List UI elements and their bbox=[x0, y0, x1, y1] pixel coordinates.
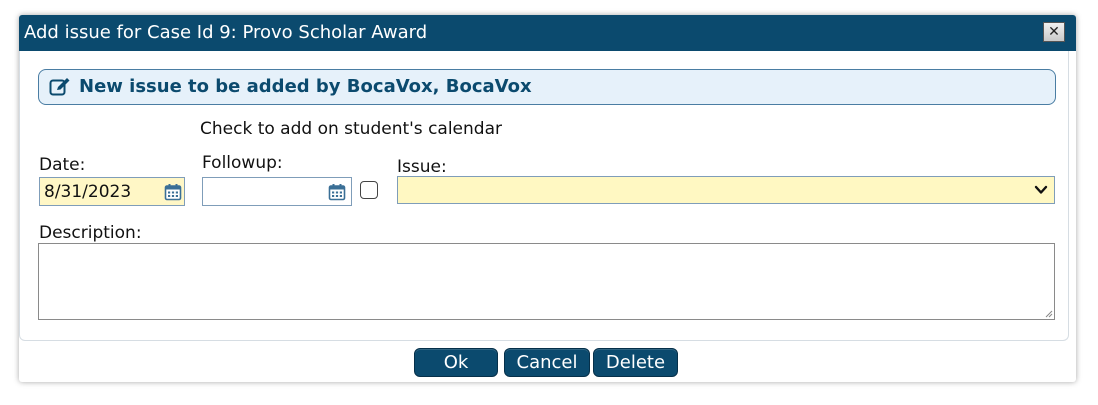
issue-select[interactable] bbox=[397, 176, 1055, 204]
calendar-note: Check to add on student's calendar bbox=[200, 119, 502, 139]
calendar-icon[interactable] bbox=[164, 183, 182, 201]
description-label: Description: bbox=[39, 223, 142, 243]
date-label: Date: bbox=[39, 155, 86, 175]
close-icon[interactable]: ✕ bbox=[1043, 22, 1065, 42]
resize-grip-icon[interactable] bbox=[1045, 310, 1053, 318]
calendar-checkbox[interactable] bbox=[360, 181, 378, 199]
delete-button[interactable]: Delete bbox=[593, 348, 678, 377]
cancel-button[interactable]: Cancel bbox=[504, 348, 590, 377]
description-textarea[interactable] bbox=[38, 243, 1055, 320]
chevron-down-icon bbox=[1034, 185, 1048, 194]
issue-label: Issue: bbox=[397, 157, 447, 177]
edit-icon bbox=[49, 78, 70, 96]
ok-button[interactable]: Ok bbox=[414, 348, 498, 377]
date-value: 8/31/2023 bbox=[44, 182, 132, 202]
issue-header-box: New issue to be added by BocaVox, BocaVo… bbox=[38, 69, 1056, 105]
followup-label: Followup: bbox=[202, 153, 283, 173]
followup-field[interactable] bbox=[202, 177, 352, 206]
date-field[interactable]: 8/31/2023 bbox=[39, 177, 185, 206]
calendar-icon[interactable] bbox=[328, 183, 346, 201]
add-issue-dialog: Add issue for Case Id 9: Provo Scholar A… bbox=[19, 15, 1076, 382]
dialog-title: Add issue for Case Id 9: Provo Scholar A… bbox=[24, 22, 428, 43]
dialog-titlebar[interactable]: Add issue for Case Id 9: Provo Scholar A… bbox=[19, 15, 1076, 51]
issue-header-text: New issue to be added by BocaVox, BocaVo… bbox=[79, 76, 532, 97]
